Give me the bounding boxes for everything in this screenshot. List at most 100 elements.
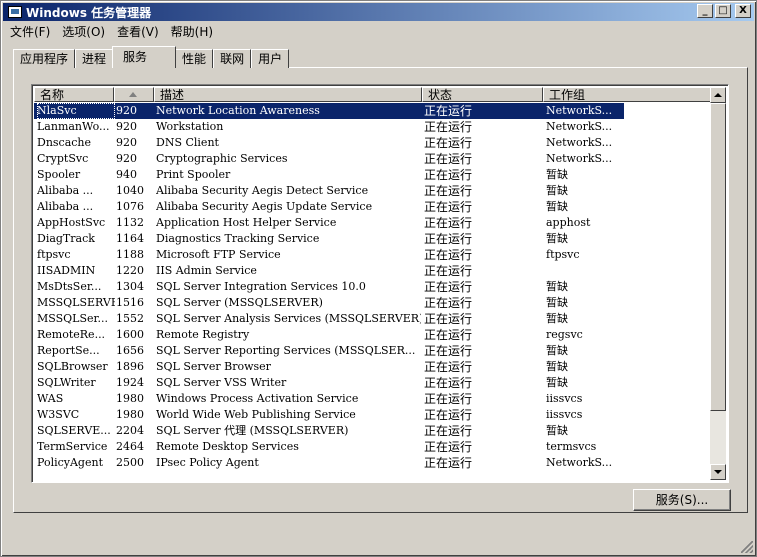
table-row[interactable]: AppHostSvc 1132 Application Host Helper Se… — [34, 215, 624, 231]
vertical-scrollbar[interactable] — [710, 87, 726, 480]
cell-name: NlaSvc — [37, 103, 115, 119]
menu-options[interactable]: 选项(O) — [56, 23, 111, 41]
table-row[interactable]: MSSQLSer... 1552 SQL Server Analysis Servi… — [34, 311, 624, 327]
cell-pid: 1656 — [116, 344, 144, 357]
cell-pid: 2204 — [116, 424, 144, 437]
cell-grp: regsvc — [546, 328, 583, 341]
cell-stat: 正在运行 — [424, 232, 473, 246]
cell-grp: iissvcs — [546, 408, 583, 421]
maximize-button[interactable]: □ — [715, 4, 731, 18]
scroll-down-arrow-icon[interactable] — [710, 464, 726, 480]
services-button[interactable]: 服务(S)... — [633, 489, 731, 511]
tab-services[interactable]: 服务 — [112, 46, 177, 68]
column-header-group[interactable]: 工作组 — [543, 87, 712, 102]
cell-pid: 2464 — [116, 440, 144, 453]
menu-help[interactable]: 帮助(H) — [165, 23, 219, 41]
cell-pid: 1980 — [116, 392, 144, 405]
table-row[interactable]: Dnscache 920 DNS Client 正在运行 NetworkS... — [34, 135, 624, 151]
table-row[interactable]: Alibaba ... 1040 Alibaba Security Aegis De… — [34, 183, 624, 199]
title-bar[interactable]: Windows 任务管理器 _ □ X — [3, 3, 754, 21]
column-header-description[interactable]: 描述 — [154, 87, 422, 102]
tab-applications[interactable]: 应用程序 — [13, 49, 76, 68]
services-list[interactable]: 名称 描述 状态 工作组 NlaSvc 920 Network Location A… — [31, 84, 729, 483]
menu-view[interactable]: 查看(V) — [111, 23, 165, 41]
column-header-status[interactable]: 状态 — [422, 87, 543, 102]
cell-grp: apphost — [546, 216, 591, 229]
menu-file[interactable]: 文件(F) — [4, 23, 56, 41]
table-row[interactable]: TermService 2464 Remote Desktop Services 正在… — [34, 439, 624, 455]
table-row[interactable]: Alibaba ... 1076 Alibaba Security Aegis Up… — [34, 199, 624, 215]
cell-grp: 暂缺 — [546, 232, 568, 245]
tab-processes[interactable]: 进程 — [75, 49, 114, 68]
window-controls: _ □ X — [697, 4, 751, 18]
cell-stat: 正在运行 — [424, 248, 473, 262]
cell-grp: 暂缺 — [546, 184, 568, 197]
scroll-up-arrow-icon[interactable] — [710, 87, 726, 103]
cell-name: SQLBrowser — [37, 360, 108, 373]
cell-stat: 正在运行 — [424, 456, 473, 470]
column-header-name[interactable]: 名称 — [34, 87, 114, 102]
cell-grp: iissvcs — [546, 392, 583, 405]
cell-grp: 暂缺 — [546, 280, 568, 293]
cell-name: AppHostSvc — [37, 216, 106, 229]
column-header-pid[interactable] — [114, 87, 154, 102]
cell-desc: Diagnostics Tracking Service — [156, 232, 320, 245]
cell-grp: ftpsvc — [546, 248, 580, 261]
cell-stat: 正在运行 — [424, 392, 473, 406]
table-row[interactable]: SQLWriter 1924 SQL Server VSS Writer 正在运行 暂缺 — [34, 375, 624, 391]
tab-users[interactable]: 用户 — [251, 49, 290, 68]
table-row[interactable]: RemoteRe... 1600 Remote Registry 正在运行 regsvc — [34, 327, 624, 343]
cell-grp: 暂缺 — [546, 360, 568, 373]
table-row[interactable]: IISADMIN 1220 IIS Admin Service 正在运行 — [34, 263, 624, 279]
cell-name: MSSQLSer... — [37, 312, 109, 325]
tab-networking[interactable]: 联网 — [213, 49, 252, 68]
cell-desc: Alibaba Security Aegis Update Service — [156, 200, 373, 213]
tab-strip: 应用程序 进程 服务 性能 联网 用户 — [13, 46, 290, 68]
cell-pid: 1164 — [116, 232, 144, 245]
menu-bar: 文件(F) 选项(O) 查看(V) 帮助(H) — [4, 22, 219, 42]
tab-performance[interactable]: 性能 — [175, 49, 214, 68]
list-body: NlaSvc 920 Network Location Awareness 正在运行 N… — [34, 103, 712, 481]
cell-desc: Cryptographic Services — [156, 152, 288, 165]
cell-stat: 正在运行 — [424, 408, 473, 422]
resize-grip-icon[interactable] — [741, 541, 753, 553]
cell-name: IISADMIN — [37, 264, 96, 277]
cell-stat: 正在运行 — [424, 216, 473, 230]
table-row[interactable]: SQLSERVE... 2204 SQL Server 代理 (MSSQLSERVE… — [34, 423, 624, 439]
cell-pid: 920 — [116, 136, 137, 149]
close-button[interactable]: X — [735, 4, 751, 18]
minimize-button[interactable]: _ — [697, 4, 713, 18]
table-row[interactable]: Spooler 940 Print Spooler 正在运行 暂缺 — [34, 167, 624, 183]
cell-pid: 1220 — [116, 264, 144, 277]
cell-name: PolicyAgent — [37, 456, 103, 469]
cell-stat: 正在运行 — [424, 200, 473, 214]
cell-grp: NetworkS... — [546, 152, 613, 165]
table-row[interactable]: WAS 1980 Windows Process Activation Servic… — [34, 391, 624, 407]
list-header: 名称 描述 状态 工作组 — [34, 87, 712, 102]
table-row[interactable]: PolicyAgent 2500 IPsec Policy Agent 正在运行 Net… — [34, 455, 624, 471]
cell-stat: 正在运行 — [424, 296, 473, 310]
cell-name: DiagTrack — [37, 232, 95, 245]
table-row[interactable]: W3SVC 1980 World Wide Web Publishing Servi… — [34, 407, 624, 423]
table-row[interactable]: SQLBrowser 1896 SQL Server Browser 正在运行 暂缺 — [34, 359, 624, 375]
table-row[interactable]: ftpsvc 1188 Microsoft FTP Service 正在运行 ftpsv… — [34, 247, 624, 263]
table-row[interactable]: ReportSe... 1656 SQL Server Reporting Serv… — [34, 343, 624, 359]
cell-stat: 正在运行 — [424, 344, 473, 358]
scrollbar-thumb[interactable] — [710, 103, 726, 411]
cell-name: W3SVC — [37, 408, 80, 421]
cell-desc: Windows Process Activation Service — [156, 392, 359, 405]
table-row[interactable]: CryptSvc 920 Cryptographic Services 正在运行 Net… — [34, 151, 624, 167]
table-row[interactable]: DiagTrack 1164 Diagnostics Tracking Servic… — [34, 231, 624, 247]
cell-pid: 2500 — [116, 456, 144, 469]
cell-name: MsDtsSer... — [37, 280, 102, 293]
table-row[interactable]: MSSQLSERVER1516 SQL Server (MSSQLSERVER) 正… — [34, 295, 624, 311]
table-row[interactable]: NlaSvc 920 Network Location Awareness 正在运行 N… — [34, 103, 624, 119]
cell-desc: Remote Desktop Services — [156, 440, 299, 453]
cell-name: WAS — [37, 392, 64, 405]
table-row[interactable]: MsDtsSer... 1304 SQL Server Integration Se… — [34, 279, 624, 295]
cell-pid: 1040 — [116, 184, 144, 197]
cell-grp: 暂缺 — [546, 296, 568, 309]
window-title: Windows 任务管理器 — [26, 5, 152, 20]
cell-grp: termsvcs — [546, 440, 597, 453]
table-row[interactable]: LanmanWo... 920 Workstation 正在运行 NetworkS... — [34, 119, 624, 135]
